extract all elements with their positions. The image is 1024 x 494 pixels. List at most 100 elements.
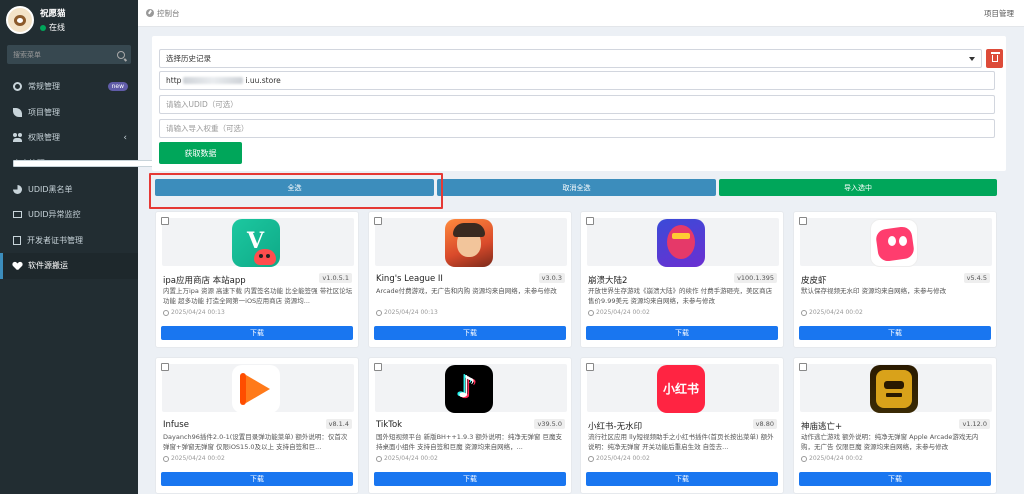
vine-icon: V — [232, 219, 280, 267]
sidebar-item-udid-blacklist[interactable]: UDID黑名单 — [0, 176, 138, 202]
menu-search-input[interactable]: 搜索菜单 — [7, 45, 131, 64]
clock-icon — [376, 309, 382, 316]
gear-icon — [13, 82, 22, 92]
user-status-label: 在线 — [49, 23, 65, 32]
breadcrumb[interactable]: 控制台 — [146, 8, 180, 19]
top-bar: 控制台 项目管理 — [138, 0, 1024, 27]
udid-input[interactable]: 请输入UDID（可选） — [159, 95, 995, 114]
app-card: 皮皮虾 v5.4.5 默认保存视频无水印 资源均来自网络，未参与修改 2025/… — [793, 211, 997, 348]
url-suffix: i.uu.store — [245, 76, 281, 85]
app-name: ipa应用商店 本站app — [163, 276, 246, 286]
sidebar-item-label: 权限管理 — [28, 133, 60, 143]
breadcrumb-current[interactable]: 项目管理 — [984, 8, 1014, 19]
download-button[interactable]: 下载 — [161, 326, 353, 340]
sidebar-item-permissions[interactable]: 权限管理 ‹ — [0, 125, 138, 151]
sidebar-item-label: 开发者证书管理 — [27, 235, 83, 245]
certificate-icon — [13, 235, 21, 245]
sidebar-item-source-migration[interactable]: 软件源搬运 — [0, 253, 138, 279]
sidebar-item-label: UDID黑名单 — [28, 184, 73, 194]
download-button[interactable]: 下载 — [586, 326, 778, 340]
app-card: 崩溃大陆2 v100.1.395 开放世界生存游戏《崩溃大陆》的续作 付费手游砸… — [580, 211, 784, 348]
app-description: 默认保存视频无水印 资源均来自网络，未参与修改 — [801, 287, 947, 295]
app-card: 神庙逃亡+ v1.12.0 动作逃亡游戏 额外说明：纯净无弹窗 Apple Ar… — [793, 357, 997, 494]
app-date: 2025/04/24 00:02 — [376, 455, 438, 462]
users-icon — [13, 133, 22, 143]
app-checkbox[interactable] — [586, 217, 594, 225]
delete-history-button[interactable] — [986, 49, 1003, 68]
sidebar-item-projects[interactable]: 项目管理 — [0, 100, 138, 126]
chevron-left-icon: ‹ — [123, 132, 127, 143]
download-button[interactable]: 下载 — [374, 472, 566, 486]
app-description: 开放世界生存游戏《崩溃大陆》的续作 付费手游砸壳，美区商店售价9.99美元 资源… — [588, 287, 773, 305]
sidebar-item-label: 软件源搬运 — [28, 261, 68, 271]
app-name: Infuse — [163, 420, 189, 430]
app-checkbox[interactable] — [161, 217, 169, 225]
app-date-value: 2025/04/24 00:02 — [596, 455, 650, 462]
app-name: TikTok — [376, 420, 403, 430]
app-description: Arcade付费游戏，无广告和内购 资源均来自网络，未参与修改 — [376, 287, 557, 295]
app-checkbox[interactable] — [374, 363, 382, 371]
pie-icon — [13, 184, 22, 194]
import-weight-input[interactable]: 请输入导入权重（可选） — [159, 119, 995, 138]
dashboard-icon — [146, 9, 154, 17]
highlight-box — [149, 173, 443, 209]
sidebar-item-card-keys[interactable]: 卡密管理 — [0, 151, 217, 177]
clock-icon — [163, 309, 169, 316]
app-date-value: 2025/04/24 00:13 — [384, 309, 438, 316]
app-description: 国外短视频平台 新版BH++1.9.3 额外说明：纯净无弹窗 巨魔支持桌面小组件… — [376, 433, 562, 451]
app-card: King's League II v3.0.3 Arcade付费游戏，无广告和内… — [368, 211, 572, 348]
download-button[interactable]: 下载 — [799, 326, 991, 340]
download-button[interactable]: 下载 — [374, 326, 566, 340]
app-date: 2025/04/24 00:02 — [801, 455, 863, 462]
app-date-value: 2025/04/24 00:02 — [809, 455, 863, 462]
fetch-panel: 选择历史记录 http i.uu.store 请输入UDID（可选） 请输入导入… — [152, 36, 1006, 171]
download-button[interactable]: 下载 — [586, 472, 778, 486]
sidebar-item-udid-monitor[interactable]: UDID异常监控 — [0, 202, 138, 228]
sidebar-item-label: 项目管理 — [28, 107, 60, 117]
weight-placeholder: 请输入导入权重（可选） — [166, 124, 249, 133]
app-description: 内置上万ipa 资源 高速下载 内置签名功能 比全能签强 带社区论坛功能 超多功… — [163, 287, 353, 305]
sidebar: 祝愿猫 在线 搜索菜单 常规管理 new 项目管理 权限管理 ‹ 卡密管理 — [0, 0, 217, 494]
caret-down-icon — [969, 56, 975, 61]
app-checkbox[interactable] — [586, 363, 594, 371]
history-select[interactable]: 选择历史记录 — [159, 49, 982, 68]
app-name: 皮皮虾 — [801, 276, 827, 286]
temple-run-icon — [870, 365, 918, 413]
app-version: v3.0.3 — [538, 273, 565, 283]
app-card: 小红书 小红书-无水印 v8.80 流行社区应用 lly短视频助手之小红书插件(… — [580, 357, 784, 494]
user-panel: 祝愿猫 在线 — [0, 0, 138, 40]
app-checkbox[interactable] — [799, 363, 807, 371]
sidebar-item-certificates[interactable]: 开发者证书管理 — [0, 228, 138, 254]
search-icon[interactable] — [117, 50, 125, 59]
app-date-value: 2025/04/24 00:02 — [384, 455, 438, 462]
fetch-data-button[interactable]: 获取数据 — [159, 142, 242, 164]
infuse-icon — [232, 365, 280, 413]
download-button[interactable]: 下载 — [799, 472, 991, 486]
source-url-input[interactable]: http i.uu.store — [159, 71, 995, 90]
sidebar-item-label: 常规管理 — [28, 82, 60, 92]
pipixia-icon — [870, 219, 918, 267]
monitor-icon — [13, 211, 22, 219]
menu-search-placeholder: 搜索菜单 — [13, 50, 41, 59]
king-league-icon — [445, 219, 493, 267]
app-version: v1.0.5.1 — [319, 273, 352, 283]
clock-icon — [163, 455, 169, 462]
clock-icon — [376, 455, 382, 462]
app-checkbox[interactable] — [161, 363, 169, 371]
app-checkbox[interactable] — [799, 217, 807, 225]
import-selected-button[interactable]: 导入选中 — [719, 179, 997, 196]
url-prefix: http — [166, 76, 182, 85]
app-name: 神庙逃亡+ — [801, 422, 843, 432]
sidebar-item-general[interactable]: 常规管理 new — [0, 74, 138, 100]
user-status: 在线 — [40, 22, 66, 33]
trash-icon — [990, 52, 1000, 62]
app-date: 2025/04/24 00:13 — [163, 309, 225, 316]
download-button[interactable]: 下载 — [161, 472, 353, 486]
app-checkbox[interactable] — [374, 217, 382, 225]
app-version: v8.1.4 — [325, 419, 352, 429]
deselect-all-button[interactable]: 取消全选 — [437, 179, 716, 196]
online-dot-icon — [40, 24, 46, 31]
app-card: Infuse v8.1.4 Dayanch96插件2.0-1(设置目录弹功能菜单… — [155, 357, 359, 494]
app-date: 2025/04/24 00:02 — [588, 309, 650, 316]
avatar[interactable] — [6, 6, 34, 34]
